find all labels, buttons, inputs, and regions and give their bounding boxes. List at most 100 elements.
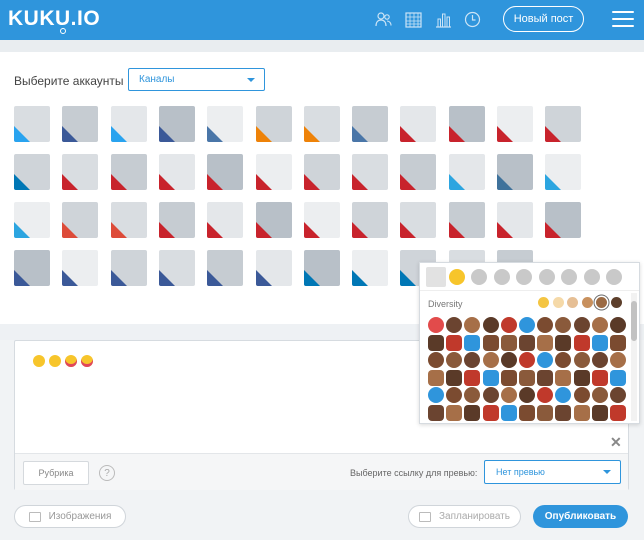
emoji-option[interactable] [519,369,535,386]
schedule-button[interactable]: Запланировать [408,505,521,528]
account-tile-facebook[interactable] [158,106,195,142]
emoji-option[interactable] [464,334,481,351]
account-tile-pinterest[interactable] [497,202,533,238]
emoji-option[interactable] [500,404,517,421]
emoji-option[interactable] [500,334,517,351]
emoji-option[interactable] [591,317,608,333]
emoji-option[interactable] [610,352,626,368]
emoji-option[interactable] [610,317,626,333]
emoji-option[interactable] [446,334,463,351]
emoji-option[interactable] [500,387,517,403]
account-tile-pinterest[interactable] [400,106,437,142]
account-tile-pinterest[interactable] [303,154,340,190]
account-tile-pinterest[interactable] [400,202,437,238]
account-tile-pinterest[interactable] [497,106,533,142]
emoji-option[interactable] [464,352,481,368]
images-button[interactable]: Изображения [14,505,126,528]
emoji-option[interactable] [591,352,608,368]
emoji-option[interactable] [573,369,590,386]
emoji-option[interactable] [428,404,444,421]
emoji-option[interactable] [537,334,554,351]
emoji-option[interactable] [610,369,626,386]
account-tile-facebook[interactable] [255,250,292,286]
account-tile-pinterest[interactable] [448,106,485,142]
food-icon[interactable] [493,269,510,285]
emoji-option[interactable] [519,317,535,333]
emoji-option[interactable] [446,317,463,333]
account-tile-twitter[interactable] [110,106,147,142]
accounts-select[interactable]: Каналы [128,68,265,91]
emoji-option[interactable] [573,404,590,421]
skin-tone-swatch[interactable] [552,297,564,308]
account-tile-pinterest[interactable] [545,202,582,238]
emoji-option[interactable] [446,369,463,386]
account-tile-pinterest[interactable] [207,202,244,238]
emoji-option[interactable] [537,317,554,333]
account-tile-vk[interactable] [352,106,389,142]
account-tile-facebook[interactable] [14,250,50,286]
menu-icon[interactable] [612,11,634,27]
emoji-option[interactable] [464,369,481,386]
emoji-option[interactable] [428,317,444,333]
emoji-option[interactable] [464,404,481,421]
account-tile-facebook[interactable] [110,250,147,286]
bulb-icon[interactable] [561,269,577,285]
emoji-option[interactable] [610,387,626,403]
help-icon[interactable]: ? [99,465,115,481]
account-tile-linkedin[interactable] [303,250,340,286]
emoji-option[interactable] [591,404,608,421]
account-tile-telegram[interactable] [448,154,485,190]
skin-tone-swatch[interactable] [610,297,622,308]
emoji-option[interactable] [537,369,554,386]
close-icon[interactable]: ✕ [610,434,622,451]
emoji-scrollbar[interactable] [631,293,637,421]
post-text[interactable] [33,353,97,367]
emoji-option[interactable] [555,317,572,333]
account-tile-ok[interactable] [255,106,292,142]
emoji-option[interactable] [464,317,481,333]
account-tile-pinterest[interactable] [303,202,340,238]
ball-icon[interactable] [516,269,532,285]
emoji-option[interactable] [591,387,608,403]
heart-icon[interactable] [583,269,600,285]
emoji-option[interactable] [482,369,499,386]
emoji-option[interactable] [555,404,572,421]
calendar-grid-icon[interactable] [405,11,422,28]
skin-tone-swatch[interactable] [567,297,578,308]
emoji-option[interactable] [519,404,535,421]
emoji-option[interactable] [482,387,499,403]
publish-button[interactable]: Опубликовать [533,505,628,528]
emoji-option[interactable] [610,334,626,351]
account-tile-pinterest[interactable] [352,154,389,190]
emoji-option[interactable] [591,369,608,386]
emoji-option[interactable] [428,334,444,351]
emoji-option[interactable] [537,352,554,368]
emoji-option[interactable] [591,334,608,351]
account-tile-linkedin[interactable] [14,154,50,190]
users-icon[interactable] [375,11,392,28]
emoji-option[interactable] [555,352,572,368]
emoji-option[interactable] [482,404,499,421]
account-tile-twitter[interactable] [14,106,50,142]
skin-tone-swatch[interactable] [596,297,607,308]
account-tile-telegram[interactable] [545,154,582,190]
account-tile-linkedin[interactable] [352,250,389,286]
account-tile-pinterest[interactable] [110,154,147,190]
account-tile-pinterest[interactable] [158,202,195,238]
emoji-option[interactable] [482,317,499,333]
emoji-option[interactable] [500,352,517,368]
logo[interactable]: KUKU.IO [8,7,100,34]
emoji-option[interactable] [555,387,572,403]
emoji-option[interactable] [610,404,626,421]
clock-icon[interactable] [464,11,481,28]
emoji-option[interactable] [482,352,499,368]
emoji-option[interactable] [446,404,463,421]
emoji-option[interactable] [519,334,535,351]
account-tile-pinterest[interactable] [545,106,582,142]
emoji-option[interactable] [428,369,444,386]
emoji-option[interactable] [573,334,590,351]
emoji-option[interactable] [573,317,590,333]
new-post-button[interactable]: Новый пост [503,6,584,32]
rubric-button[interactable]: Рубрика [23,461,89,485]
account-tile-gplus[interactable] [110,202,147,238]
